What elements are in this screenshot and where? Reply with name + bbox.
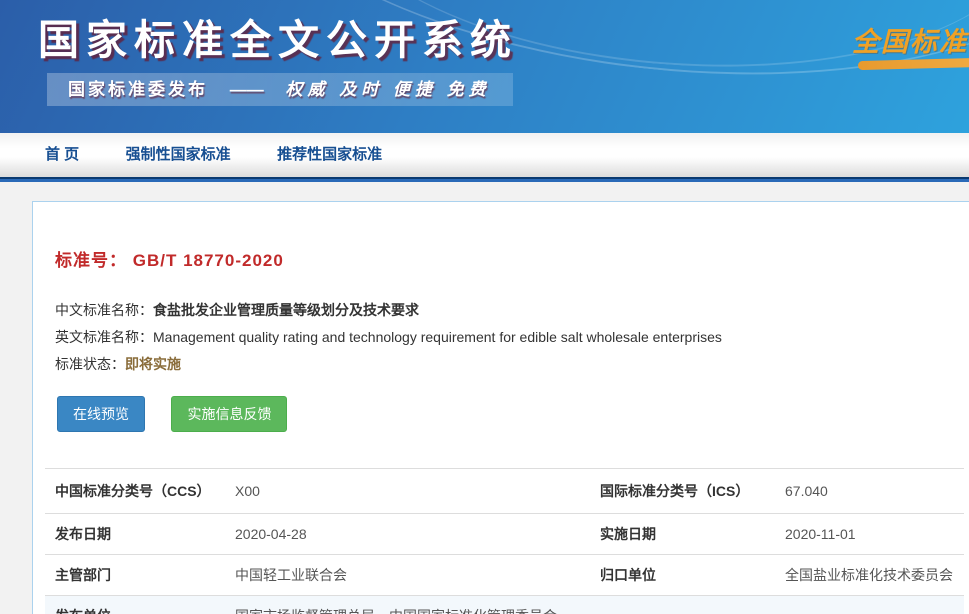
row-label-authority: 主管部门 (55, 565, 235, 585)
row-value-ccs: X00 (235, 483, 600, 499)
field-label: 中文标准名称： (55, 302, 153, 318)
row-value-authority: 中国轻工业联合会 (235, 565, 600, 585)
field-value: 食盐批发企业管理质量等级划分及技术要求 (153, 302, 419, 318)
standard-meta-table: 中国标准分类号（CCS） X00 国际标准分类号（ICS） 67.040 发布日… (45, 468, 964, 614)
page-body: 标准号： GB/T 18770-2020 中文标准名称：食盐批发企业管理质量等级… (0, 201, 969, 614)
standard-number-heading: 标准号： GB/T 18770-2020 (33, 202, 969, 271)
subtitle-publisher: 国家标准委发布 (68, 80, 208, 99)
row-label-ccs: 中国标准分类号（CCS） (55, 481, 235, 501)
standard-info-fields: 中文标准名称：食盐批发企业管理质量等级划分及技术要求 英文标准名称：Manage… (33, 271, 969, 378)
online-preview-button[interactable]: 在线预览 (57, 396, 145, 432)
table-row: 发布单位 国家市场监督管理总局、中国国家标准化管理委员会 (45, 595, 964, 614)
row-label-centralized-unit: 归口单位 (600, 565, 785, 585)
row-value-publish-unit: 国家市场监督管理总局、中国国家标准化管理委员会 (235, 606, 600, 614)
field-chinese-name: 中文标准名称：食盐批发企业管理质量等级划分及技术要求 (55, 297, 969, 324)
row-value-ics: 67.040 (785, 483, 964, 499)
partner-brand: 全国标准信息 (852, 20, 969, 59)
subtitle-dash: —— (230, 80, 264, 99)
field-label: 英文标准名称： (55, 329, 153, 345)
standard-number-label: 标准号： (55, 251, 127, 270)
row-label-ics: 国际标准分类号（ICS） (600, 481, 785, 501)
field-value: Management quality rating and technology… (153, 329, 722, 345)
nav-bottom-border (0, 177, 969, 182)
partner-brand-text: 全国标准信息 (852, 20, 969, 59)
main-nav: 首 页 强制性国家标准 推荐性国家标准 (0, 133, 969, 177)
site-title: 国家标准全文公开系统 (38, 6, 518, 66)
status-badge: 即将实施 (125, 356, 181, 372)
row-value-implement-date: 2020-11-01 (785, 526, 964, 542)
implementation-feedback-button[interactable]: 实施信息反馈 (171, 396, 287, 432)
action-buttons: 在线预览 实施信息反馈 (33, 378, 969, 432)
row-label-publish-unit: 发布单位 (55, 606, 235, 614)
nav-item-recommended-standards[interactable]: 推荐性国家标准 (277, 133, 382, 177)
subtitle-slogan: 权威 及时 便捷 免费 (285, 80, 490, 99)
subtitle-banner: 国家标准委发布 —— 权威 及时 便捷 免费 (47, 73, 513, 106)
field-label: 标准状态： (55, 356, 125, 372)
table-row: 主管部门 中国轻工业联合会 归口单位 全国盐业标准化技术委员会 (45, 554, 964, 595)
field-english-name: 英文标准名称：Management quality rating and tec… (55, 324, 969, 351)
row-value-centralized-unit: 全国盐业标准化技术委员会 (785, 565, 964, 585)
nav-item-home[interactable]: 首 页 (45, 133, 79, 177)
table-row: 发布日期 2020-04-28 实施日期 2020-11-01 (45, 513, 964, 554)
site-header: 国家标准全文公开系统 全国标准信息 国家标准委发布 —— 权威 及时 便捷 免费 (0, 0, 969, 133)
row-value-publish-date: 2020-04-28 (235, 526, 600, 542)
nav-item-mandatory-standards[interactable]: 强制性国家标准 (126, 133, 231, 177)
field-standard-status: 标准状态：即将实施 (55, 351, 969, 378)
standard-number-value: GB/T 18770-2020 (133, 251, 284, 270)
table-row: 中国标准分类号（CCS） X00 国际标准分类号（ICS） 67.040 (45, 468, 964, 513)
row-label-implement-date: 实施日期 (600, 524, 785, 544)
standard-detail-card: 标准号： GB/T 18770-2020 中文标准名称：食盐批发企业管理质量等级… (32, 201, 969, 614)
row-label-publish-date: 发布日期 (55, 524, 235, 544)
